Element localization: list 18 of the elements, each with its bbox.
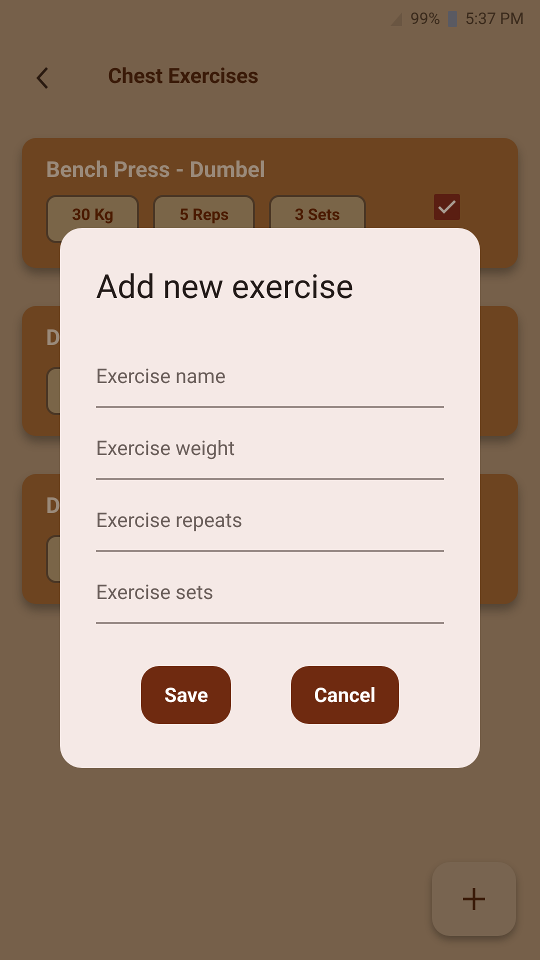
input-field[interactable]: Exercise name: [96, 352, 444, 408]
save-button[interactable]: Save: [141, 666, 232, 724]
check-icon: [438, 200, 456, 214]
add-button[interactable]: [432, 862, 516, 936]
input-field[interactable]: Exercise sets: [96, 568, 444, 624]
checkbox[interactable]: [434, 194, 460, 220]
cancel-button[interactable]: Cancel: [291, 666, 399, 724]
exercise-title: D: [46, 494, 60, 519]
exercise-title: D: [46, 326, 60, 351]
plus-icon: [462, 887, 486, 911]
screen-title: Chest Exercises: [108, 64, 258, 92]
dialog-title: Add new exercise: [96, 267, 354, 309]
battery-level: 99%: [410, 8, 440, 30]
exercise-title: Bench Press - Dumbel: [46, 158, 266, 183]
input-field[interactable]: Exercise weight: [96, 424, 444, 480]
battery-icon: [448, 11, 458, 27]
clock: 5:37 PM: [465, 8, 524, 30]
input-field[interactable]: Exercise repeats: [96, 496, 444, 552]
